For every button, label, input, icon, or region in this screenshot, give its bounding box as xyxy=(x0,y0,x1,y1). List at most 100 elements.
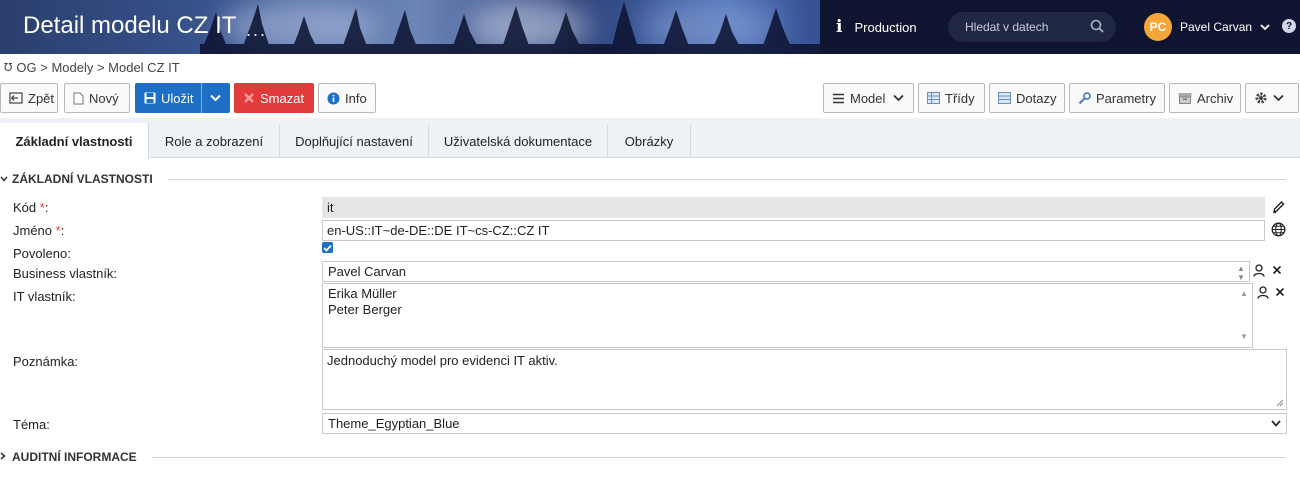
header-crowd-image xyxy=(200,2,820,54)
note-value: Jednoduchý model pro evidenci IT aktiv. xyxy=(327,353,558,368)
table-icon xyxy=(927,92,940,104)
save-options-dropdown[interactable] xyxy=(201,83,230,113)
search-icon[interactable] xyxy=(1090,19,1104,33)
queries-label: Dotazy xyxy=(1016,90,1057,106)
user-icon[interactable] xyxy=(1253,264,1265,277)
chevron-down-icon xyxy=(1271,420,1281,427)
breadcrumb-text[interactable]: OG > Modely > Model CZ IT xyxy=(16,60,179,75)
enabled-checkbox[interactable] xyxy=(322,242,333,253)
toolbar: Zpět Nový Uložit Smazat Info Model Třídy… xyxy=(0,83,1300,113)
close-icon xyxy=(243,92,255,104)
theme-label: Téma: xyxy=(13,417,50,432)
code-label: Kód *: xyxy=(13,200,48,215)
business-owner-value: Pavel Carvan xyxy=(328,264,407,279)
section-divider xyxy=(168,179,1286,180)
chevron-down-icon xyxy=(1273,94,1284,102)
search-input[interactable]: Hledat v datech xyxy=(948,12,1116,42)
info-button[interactable]: Info xyxy=(318,83,376,113)
queries-button[interactable]: Dotazy xyxy=(989,83,1065,113)
label-colon: : xyxy=(60,223,65,238)
breadcrumb[interactable]: ℧ OG > Modely > Model CZ IT xyxy=(4,60,180,75)
environment-label: Production xyxy=(854,19,917,35)
delete-button[interactable]: Smazat xyxy=(234,83,314,113)
document-icon xyxy=(73,92,84,105)
search-placeholder: Hledat v datech xyxy=(965,20,1049,34)
resize-handle-icon[interactable] xyxy=(1276,399,1284,407)
tab-images[interactable]: Obrázky xyxy=(608,124,691,158)
tab-roles-display[interactable]: Role a zobrazení xyxy=(149,124,280,158)
delete-label: Smazat xyxy=(260,90,305,106)
tab-bar: Základní vlastnosti Role a zobrazení Dop… xyxy=(0,118,1300,159)
name-field[interactable]: en-US::IT~de-DE::DE IT~cs-CZ::CZ IT xyxy=(322,220,1265,241)
close-icon[interactable] xyxy=(1272,265,1282,275)
settings-menu-button[interactable] xyxy=(1245,83,1299,113)
section-audit-info[interactable]: AUDITNÍ INFORMACE xyxy=(0,450,137,464)
name-label: Jméno *: xyxy=(13,223,64,238)
arrow-up-icon: ▲ xyxy=(1240,289,1248,298)
close-icon[interactable] xyxy=(1275,287,1285,297)
list-item[interactable]: Erika Müller xyxy=(328,286,1248,302)
arrow-down-icon: ▼ xyxy=(1240,332,1248,341)
table-icon xyxy=(998,92,1011,104)
save-button[interactable]: Uložit xyxy=(135,83,202,113)
chevron-down-icon xyxy=(1260,24,1270,31)
avatar: PC xyxy=(1144,13,1172,41)
tab-additional-settings[interactable]: Doplňující nastavení xyxy=(280,124,429,158)
list-scrollbar[interactable]: ▲ ▼ xyxy=(1237,286,1251,345)
code-label-text: Kód xyxy=(13,200,37,215)
note-textarea[interactable]: Jednoduchý model pro evidenci IT aktiv. xyxy=(322,349,1287,410)
list-item[interactable]: Peter Berger xyxy=(328,302,1248,318)
chevron-right-icon xyxy=(0,451,12,463)
info-icon: i xyxy=(836,17,843,37)
section-title: ZÁKLADNÍ VLASTNOSTI xyxy=(12,172,153,186)
back-button[interactable]: Zpět xyxy=(0,83,58,113)
pencil-icon[interactable] xyxy=(1272,200,1285,214)
business-owner-field[interactable]: Pavel Carvan ▲ ▼ xyxy=(322,261,1250,282)
help-icon[interactable]: ? xyxy=(1282,19,1296,33)
section-divider xyxy=(152,457,1286,458)
new-button[interactable]: Nový xyxy=(64,83,130,113)
menu-icon xyxy=(832,93,845,104)
it-owner-list[interactable]: Erika Müller Peter Berger ▲ ▼ xyxy=(322,283,1253,348)
archive-button[interactable]: Archiv xyxy=(1169,83,1241,113)
parameters-button[interactable]: Parametry xyxy=(1069,83,1165,113)
globe-icon[interactable] xyxy=(1271,222,1286,237)
back-icon xyxy=(9,92,23,104)
section-title: AUDITNÍ INFORMACE xyxy=(12,450,137,464)
environment-indicator[interactable]: i Production xyxy=(836,14,917,40)
new-label: Nový xyxy=(89,90,119,106)
info-icon xyxy=(327,92,340,105)
chevron-down-icon xyxy=(893,94,905,102)
theme-value: Theme_Egyptian_Blue xyxy=(328,416,460,431)
code-field: it xyxy=(322,197,1265,218)
save-label: Uložit xyxy=(161,90,194,106)
tab-basic-properties[interactable]: Základní vlastnosti xyxy=(0,123,149,159)
chevron-down-icon xyxy=(0,174,12,185)
save-icon xyxy=(144,92,156,104)
gear-icon xyxy=(1254,91,1268,105)
arrow-down-icon: ▼ xyxy=(1237,273,1245,282)
more-menu-icon[interactable]: ... xyxy=(246,20,267,41)
note-label: Poznámka: xyxy=(13,354,79,369)
parameters-label: Parametry xyxy=(1096,90,1156,106)
theme-select[interactable]: Theme_Egyptian_Blue xyxy=(322,413,1287,434)
app-header: Detail modelu CZ IT ... i Production Hle… xyxy=(0,0,1300,54)
enabled-label: Povoleno: xyxy=(13,246,71,261)
model-menu-button[interactable]: Model xyxy=(823,83,914,113)
archive-label: Archiv xyxy=(1197,90,1234,106)
business-owner-label: Business vlastník: xyxy=(13,266,118,281)
label-colon: : xyxy=(44,200,49,215)
user-icon[interactable] xyxy=(1257,286,1269,299)
classes-label: Třídy xyxy=(945,90,975,106)
page-title: Detail modelu CZ IT xyxy=(23,12,237,39)
arrow-up-icon: ▲ xyxy=(1237,264,1245,273)
section-basic-properties[interactable]: ZÁKLADNÍ VLASTNOSTI xyxy=(0,172,153,186)
archive-icon xyxy=(1178,92,1192,104)
user-menu[interactable]: PC Pavel Carvan xyxy=(1144,12,1270,42)
back-label: Zpět xyxy=(28,90,55,106)
user-name: Pavel Carvan xyxy=(1180,20,1253,34)
tab-user-documentation[interactable]: Uživatelská dokumentace xyxy=(429,124,608,158)
classes-button[interactable]: Třídy xyxy=(918,83,985,113)
spin-arrows[interactable]: ▲ ▼ xyxy=(1234,264,1248,282)
it-owner-label: IT vlastník: xyxy=(13,289,76,304)
